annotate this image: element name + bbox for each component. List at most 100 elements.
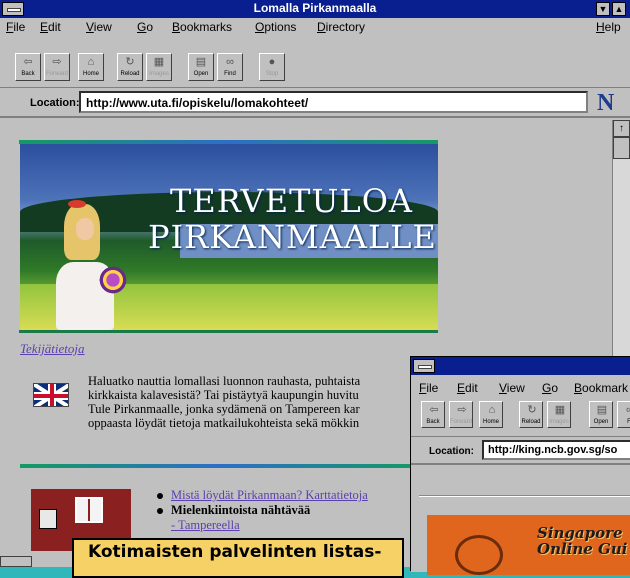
reload-label: Reload xyxy=(120,71,140,77)
back-button[interactable]: ⇦ Back xyxy=(421,401,445,428)
minimize-button[interactable]: ▼ xyxy=(596,2,610,16)
tampere-link[interactable]: - Tampereella xyxy=(155,518,368,533)
back-label: Back xyxy=(21,71,35,77)
page-content: Singapore Online Gui xyxy=(411,467,630,575)
location-label: Location: xyxy=(429,446,474,457)
forward-button[interactable]: ⇨ Forward xyxy=(449,401,473,428)
open-label: Open xyxy=(193,71,209,77)
list-item: Mielenkiintoista nähtävää xyxy=(155,503,368,518)
home-icon: ⌂ xyxy=(488,404,496,416)
singapore-banner-line2: Online Gui xyxy=(537,540,628,558)
menu-bar: File Edit View Go Bookmarks Options Dire… xyxy=(0,18,630,36)
menu-go[interactable]: Go xyxy=(137,20,153,34)
magazine-caption: Kotimaisten palvelinten listas- xyxy=(72,538,404,578)
map-info-link[interactable]: Mistä löydät Pirkanmaan? Karttatietoja xyxy=(171,488,368,502)
forward-arrow-icon: ⇨ xyxy=(457,404,467,416)
menu-view[interactable]: View xyxy=(86,20,112,34)
menu-go[interactable]: Go xyxy=(542,381,558,395)
stop-button[interactable]: ● Stop xyxy=(259,53,285,81)
horizontal-scroll-button[interactable] xyxy=(0,556,32,567)
back-arrow-icon: ⇦ xyxy=(23,56,33,68)
system-menu-button[interactable] xyxy=(413,359,435,373)
intro-line: Tule Pirkanmaalle, jonka sydämenä on Tam… xyxy=(88,402,360,416)
forward-label: Forward xyxy=(45,71,68,77)
reload-icon: ↻ xyxy=(527,404,537,416)
reload-icon: ↻ xyxy=(125,56,135,68)
images-icon: ▦ xyxy=(153,56,165,68)
girl-with-flowers xyxy=(54,200,130,330)
home-button[interactable]: ⌂ Home xyxy=(78,53,104,81)
home-label: Home xyxy=(482,419,499,425)
title-bar: Lomalla Pirkanmaalla ▼ ▲ xyxy=(0,0,630,18)
stop-icon: ● xyxy=(268,56,276,68)
bicycle-illustration xyxy=(455,535,503,575)
back-label: Back xyxy=(426,419,440,425)
intro-line: Haluatko nauttia lomallasi luonnon rauha… xyxy=(88,374,361,388)
welcome-banner-image: TERVETULOA PIRKANMAALLE xyxy=(20,144,438,330)
scroll-thumb[interactable] xyxy=(613,137,630,159)
stop-label: Stop xyxy=(265,71,279,77)
uk-flag-icon[interactable] xyxy=(33,383,69,407)
intro-line: oppaasta löydät tietoja matkailukohteist… xyxy=(88,416,360,430)
images-button[interactable]: ▦ Images xyxy=(146,53,172,81)
images-icon: ▦ xyxy=(554,404,566,416)
binoculars-icon: ∞ xyxy=(226,56,234,68)
divider xyxy=(19,330,438,333)
maximize-button[interactable]: ▲ xyxy=(612,2,626,16)
second-browser-window: File Edit View Go Bookmark ⇦ Back ⇨ Forwar… xyxy=(410,356,630,575)
forward-button[interactable]: ⇨ Forward xyxy=(44,53,70,81)
menu-edit[interactable]: Edit xyxy=(40,20,61,34)
singapore-banner-line1: Singapore xyxy=(537,524,623,542)
banner-title-line2: PIRKANMAALLE xyxy=(148,218,437,256)
window-title: Lomalla Pirkanmaalla xyxy=(253,1,377,15)
home-icon: ⌂ xyxy=(87,56,95,68)
open-icon: ▤ xyxy=(596,404,608,416)
singapore-banner-image: Singapore Online Gui xyxy=(427,515,630,575)
menu-help[interactable]: Help xyxy=(596,20,621,34)
location-label: Location: xyxy=(30,97,80,109)
open-button[interactable]: ▤ Open xyxy=(589,401,613,428)
title-bar xyxy=(411,357,630,375)
toolbar: ⇦ Back ⇨ Forward ⌂ Home ↻ Reload ▦ Images ▤ Op… xyxy=(0,36,630,88)
images-button[interactable]: ▦ Images xyxy=(547,401,571,428)
banner-title-line1: TERVETULOA xyxy=(170,182,414,220)
divider xyxy=(419,495,630,497)
intro-text: Haluatko nauttia lomallasi luonnon rauha… xyxy=(88,374,418,430)
open-icon: ▤ xyxy=(195,56,207,68)
images-label: Images xyxy=(549,419,569,425)
menu-edit[interactable]: Edit xyxy=(457,381,478,395)
menu-view[interactable]: View xyxy=(499,381,525,395)
list-item: Mistä löydät Pirkanmaan? Karttatietoja xyxy=(155,488,368,503)
home-label: Home xyxy=(82,71,99,77)
find-button[interactable]: ∞ Find xyxy=(217,53,243,81)
menu-directory[interactable]: Directory xyxy=(317,20,365,34)
scroll-up-icon[interactable]: ↑ xyxy=(613,120,630,137)
find-button[interactable]: ∞F xyxy=(617,401,630,428)
menu-bar: File Edit View Go Bookmark xyxy=(411,376,630,396)
menu-bookmarks[interactable]: Bookmarks xyxy=(172,20,232,34)
forward-label: Forward xyxy=(450,419,473,425)
back-arrow-icon: ⇦ xyxy=(429,404,439,416)
reload-button[interactable]: ↻ Reload xyxy=(519,401,543,428)
reload-label: Reload xyxy=(521,419,541,425)
menu-file[interactable]: File xyxy=(6,20,25,34)
images-label: Images xyxy=(149,71,169,77)
divider xyxy=(20,464,420,468)
forward-arrow-icon: ⇨ xyxy=(52,56,62,68)
toolbar: ⇦ Back ⇨ Forward ⌂ Home ↻ Reload ▦ Images ▤ Op… xyxy=(411,397,630,437)
menu-file[interactable]: File xyxy=(419,381,438,395)
location-bar: Location: http://king.ncb.gov.sg/so xyxy=(411,437,630,465)
back-button[interactable]: ⇦ Back xyxy=(15,53,41,81)
menu-bookmarks[interactable]: Bookmark xyxy=(574,381,628,395)
home-button[interactable]: ⌂ Home xyxy=(479,401,503,428)
credits-link[interactable]: Tekijätietoja xyxy=(20,341,85,356)
location-input[interactable]: http://king.ncb.gov.sg/so xyxy=(482,440,630,460)
find-label: Find xyxy=(224,71,236,77)
intro-line: kirkkaista kalavesistä? Tai pistäytyä ka… xyxy=(88,388,359,402)
location-input[interactable]: http://www.uta.fi/opiskelu/lomakohteet/ xyxy=(79,91,588,113)
location-bar: Location: http://www.uta.fi/opiskelu/lom… xyxy=(0,88,630,118)
binoculars-icon: ∞ xyxy=(624,405,630,416)
menu-options[interactable]: Options xyxy=(255,20,296,34)
reload-button[interactable]: ↻ Reload xyxy=(117,53,143,81)
open-button[interactable]: ▤ Open xyxy=(188,53,214,81)
